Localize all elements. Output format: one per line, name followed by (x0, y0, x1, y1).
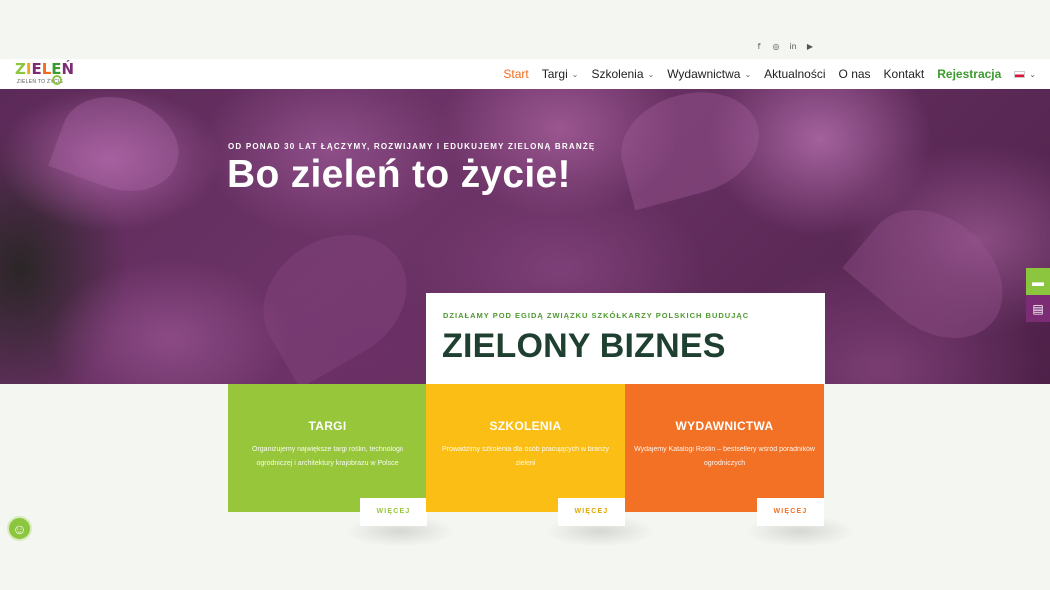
side-quick-links: ▬ ▤ (1026, 268, 1050, 322)
hero-petal-decoration (240, 209, 430, 384)
ticket-icon[interactable]: ▬ (1026, 268, 1050, 295)
youtube-icon[interactable]: ▶ (806, 40, 814, 54)
hero-petal-decoration (609, 89, 771, 211)
social-links: f ◎ in ▶ (755, 40, 814, 54)
chevron-down-icon: ⌄ (1029, 69, 1036, 79)
card-text: Prowadzimy szkolenia dla osób pracującyc… (442, 446, 609, 467)
more-button[interactable]: WIĘCEJ (558, 498, 625, 526)
nav-szkolenia[interactable]: Szkolenia ⌄ (591, 67, 654, 81)
card-targi: TARGI Organizujemy największe targi rośl… (228, 384, 427, 526)
hero-petal-decoration (842, 183, 1028, 365)
card-text: Wydajemy Katalogi Roślin – bestsellery w… (634, 446, 815, 467)
nav-start[interactable]: Start (503, 67, 528, 81)
facebook-icon[interactable]: f (755, 40, 763, 54)
logo-wordmark: ZIELEŃ (15, 60, 75, 78)
site-logo[interactable]: ZIELEŃ ZIELEŃ TO ŻYCIE (15, 61, 74, 87)
intro-title: ZIELONY BIZNES (442, 327, 726, 365)
nav-kontakt[interactable]: Kontakt (884, 67, 925, 81)
logo-leaf-icon (52, 75, 62, 85)
nav-targi[interactable]: Targi ⌄ (542, 67, 579, 81)
card-title: SZKOLENIA (489, 419, 562, 433)
flag-pl-icon (1014, 70, 1026, 78)
card-title: WYDAWNICTWA (675, 419, 774, 433)
language-switcher[interactable]: ⌄ (1014, 70, 1036, 79)
card-title: TARGI (308, 419, 347, 433)
linkedin-icon[interactable]: in (789, 40, 797, 54)
more-button[interactable]: WIĘCEJ (757, 498, 824, 526)
nav-aktualnosci[interactable]: Aktualności (764, 67, 825, 81)
intro-eyebrow: DZIAŁAMY POD EGIDĄ ZWIĄZKU SZKÓŁKARZY PO… (443, 311, 750, 320)
header-navbar: ZIELEŃ ZIELEŃ TO ŻYCIE Start Targi ⌄ Szko… (0, 59, 1050, 89)
hero-eyebrow: OD PONAD 30 LAT ŁĄCZYMY, ROZWIJAMY I EDU… (228, 142, 596, 151)
chevron-down-icon: ⌄ (571, 69, 579, 79)
card-szkolenia: SZKOLENIA Prowadzimy szkolenia dla osób … (426, 384, 625, 526)
chevron-down-icon: ⌄ (647, 69, 655, 79)
hero-title: Bo zieleń to życie! (227, 153, 571, 196)
instagram-icon[interactable]: ◎ (772, 40, 780, 54)
nav-rejestracja[interactable]: Rejestracja (937, 67, 1001, 81)
hero-petal-decoration (48, 89, 192, 207)
accessibility-icon[interactable]: ☺ (7, 516, 32, 541)
card-wydawnictwa: WYDAWNICTWA Wydajemy Katalogi Roślin – b… (625, 384, 824, 526)
intro-box: DZIAŁAMY POD EGIDĄ ZWIĄZKU SZKÓŁKARZY PO… (426, 293, 825, 384)
nav-o-nas[interactable]: O nas (839, 67, 871, 81)
newspaper-icon[interactable]: ▤ (1026, 295, 1050, 322)
chevron-down-icon: ⌄ (744, 69, 752, 79)
more-button[interactable]: WIĘCEJ (360, 498, 427, 526)
nav-wydawnictwa[interactable]: Wydawnictwa ⌄ (667, 67, 751, 81)
main-navigation: Start Targi ⌄ Szkolenia ⌄ Wydawnictwa ⌄ Akt… (503, 59, 1036, 89)
card-text: Organizujemy największe targi roślin, te… (252, 446, 403, 467)
